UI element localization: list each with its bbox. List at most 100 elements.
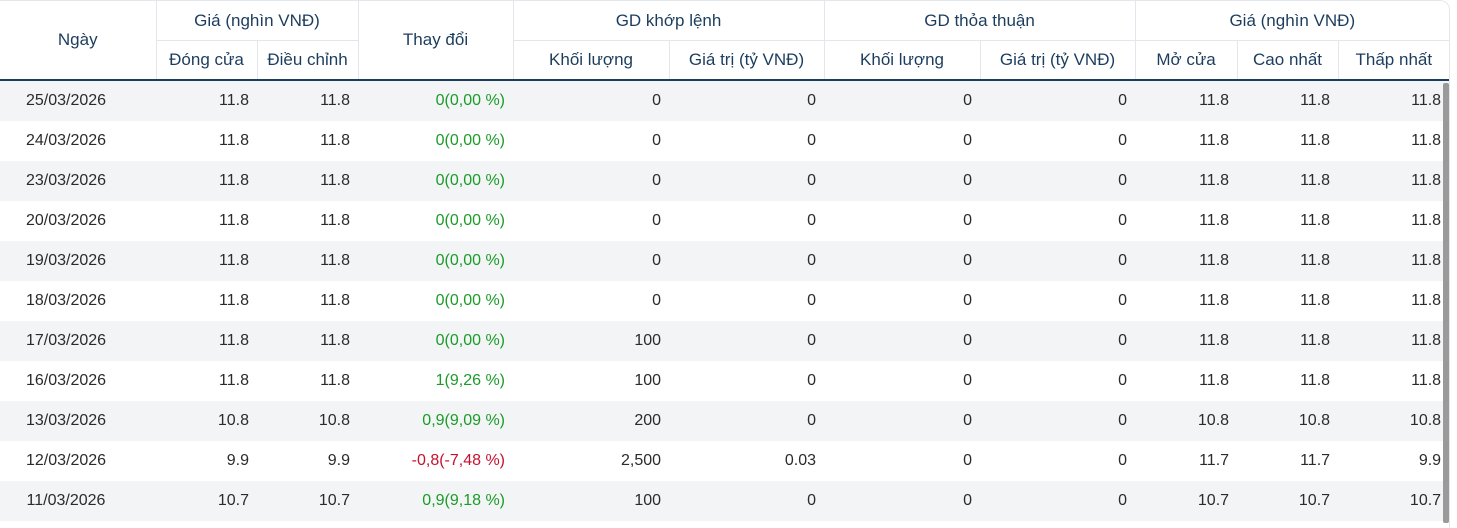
- table-row: 12/03/2026 9.9 9.9 -0,8(-7,48 %) 2,500 0.03 0 0…: [0, 441, 1449, 481]
- vertical-scrollbar[interactable]: [1443, 83, 1449, 523]
- table-row: 25/03/2026 11.8 11.8 0(0,00 %) 0 0 0 0 11.8 11.8 1…: [0, 80, 1449, 121]
- cell-date: 12/03/2026: [0, 441, 156, 481]
- cell-date: 24/03/2026: [0, 121, 156, 161]
- cell-low: 11.8: [1338, 281, 1449, 321]
- cell-negotiated-value: 0: [980, 201, 1136, 241]
- header-price-group: Giá (nghìn VNĐ): [156, 1, 359, 41]
- cell-matched-volume: 2,500: [513, 441, 670, 481]
- table-row: 24/03/2026 11.8 11.8 0(0,00 %) 0 0 0 0 11.8 11.8 1…: [0, 121, 1449, 161]
- cell-open: 10.7: [1135, 481, 1238, 521]
- header-adjusted: Điều chỉnh: [257, 40, 359, 81]
- cell-adjusted: 11.8: [257, 241, 359, 281]
- cell-open: 10.8: [1135, 401, 1238, 441]
- cell-change: 0(0,00 %): [358, 241, 514, 281]
- cell-adjusted: 11.8: [257, 201, 359, 241]
- cell-matched-volume: 200: [513, 401, 670, 441]
- cell-date: 16/03/2026: [0, 361, 156, 401]
- cell-date: 19/03/2026: [0, 241, 156, 281]
- cell-negotiated-volume: 0: [824, 201, 981, 241]
- header-high: Cao nhất: [1237, 40, 1339, 81]
- cell-negotiated-volume: 0: [824, 121, 981, 161]
- cell-adjusted: 11.8: [257, 121, 359, 161]
- cell-matched-value: 0: [669, 161, 825, 201]
- cell-matched-volume: 0: [513, 201, 670, 241]
- table-row: 13/03/2026 10.8 10.8 0,9(9,09 %) 200 0 0 0 10.8 1…: [0, 401, 1449, 441]
- cell-matched-value: 0: [669, 481, 825, 521]
- table-row: 18/03/2026 11.8 11.8 0(0,00 %) 0 0 0 0 11.8 11.8 1…: [0, 281, 1449, 321]
- cell-matched-volume: 100: [513, 481, 670, 521]
- cell-change: 0(0,00 %): [358, 201, 514, 241]
- cell-high: 11.8: [1237, 161, 1339, 201]
- table-body: 25/03/2026 11.8 11.8 0(0,00 %) 0 0 0 0 11.8 11.8 1…: [0, 80, 1449, 521]
- cell-negotiated-value: 0: [980, 441, 1136, 481]
- table-row: 11/03/2026 10.7 10.7 0,9(9,18 %) 100 0 0 0 10.7 1…: [0, 481, 1449, 521]
- cell-matched-value: 0: [669, 121, 825, 161]
- cell-negotiated-value: 0: [980, 161, 1136, 201]
- cell-change: 1(9,26 %): [358, 361, 514, 401]
- cell-close: 11.8: [156, 281, 257, 321]
- cell-low: 11.8: [1338, 161, 1449, 201]
- cell-change: -0,8(-7,48 %): [358, 441, 514, 481]
- cell-change: 0(0,00 %): [358, 281, 514, 321]
- cell-high: 11.8: [1237, 121, 1339, 161]
- cell-matched-volume: 0: [513, 121, 670, 161]
- cell-close: 10.8: [156, 401, 257, 441]
- cell-low: 9.9: [1338, 441, 1449, 481]
- cell-adjusted: 10.8: [257, 401, 359, 441]
- cell-matched-volume: 100: [513, 321, 670, 361]
- cell-close: 11.8: [156, 361, 257, 401]
- cell-date: 11/03/2026: [0, 481, 156, 521]
- cell-low: 11.8: [1338, 201, 1449, 241]
- table-row: 23/03/2026 11.8 11.8 0(0,00 %) 0 0 0 0 11.8 11.8 1…: [0, 161, 1449, 201]
- cell-close: 11.8: [156, 121, 257, 161]
- cell-negotiated-value: 0: [980, 321, 1136, 361]
- header-matched-value: Giá trị (tỷ VNĐ): [669, 40, 825, 81]
- cell-close: 11.8: [156, 161, 257, 201]
- cell-matched-volume: 0: [513, 161, 670, 201]
- cell-matched-value: 0: [669, 321, 825, 361]
- cell-close: 9.9: [156, 441, 257, 481]
- cell-change: 0(0,00 %): [358, 80, 514, 121]
- cell-high: 11.8: [1237, 201, 1339, 241]
- cell-close: 10.7: [156, 481, 257, 521]
- cell-low: 11.8: [1338, 361, 1449, 401]
- cell-negotiated-value: 0: [980, 241, 1136, 281]
- cell-adjusted: 9.9: [257, 441, 359, 481]
- table-row: 17/03/2026 11.8 11.8 0(0,00 %) 100 0 0 0 11.8 11.…: [0, 321, 1449, 361]
- cell-high: 11.8: [1237, 361, 1339, 401]
- cell-change: 0,9(9,18 %): [358, 481, 514, 521]
- cell-close: 11.8: [156, 201, 257, 241]
- cell-open: 11.8: [1135, 80, 1238, 121]
- header-negotiated-value: Giá trị (tỷ VNĐ): [980, 40, 1136, 81]
- cell-negotiated-volume: 0: [824, 401, 981, 441]
- table-row: 16/03/2026 11.8 11.8 1(9,26 %) 100 0 0 0 11.8 11.…: [0, 361, 1449, 401]
- cell-negotiated-volume: 0: [824, 481, 981, 521]
- cell-adjusted: 11.8: [257, 361, 359, 401]
- header-matched-volume: Khối lượng: [513, 40, 670, 81]
- price-history-table-container: Ngày Giá (nghìn VNĐ) Thay đổi GD khớp lệ…: [0, 0, 1450, 528]
- cell-negotiated-value: 0: [980, 121, 1136, 161]
- cell-negotiated-volume: 0: [824, 80, 981, 121]
- cell-change: 0,9(9,09 %): [358, 401, 514, 441]
- cell-change: 0(0,00 %): [358, 321, 514, 361]
- cell-negotiated-value: 0: [980, 361, 1136, 401]
- cell-change: 0(0,00 %): [358, 121, 514, 161]
- cell-negotiated-volume: 0: [824, 361, 981, 401]
- cell-negotiated-volume: 0: [824, 281, 981, 321]
- cell-negotiated-value: 0: [980, 80, 1136, 121]
- cell-open: 11.8: [1135, 241, 1238, 281]
- header-negotiated-group: GD thỏa thuận: [824, 1, 1136, 41]
- cell-matched-value: 0.03: [669, 441, 825, 481]
- cell-matched-value: 0: [669, 361, 825, 401]
- cell-low: 11.8: [1338, 121, 1449, 161]
- cell-date: 17/03/2026: [0, 321, 156, 361]
- header-low: Thấp nhất: [1338, 40, 1449, 81]
- cell-matched-value: 0: [669, 201, 825, 241]
- cell-negotiated-volume: 0: [824, 241, 981, 281]
- cell-matched-value: 0: [669, 281, 825, 321]
- cell-low: 11.8: [1338, 321, 1449, 361]
- table-row: 20/03/2026 11.8 11.8 0(0,00 %) 0 0 0 0 11.8 11.8 1…: [0, 201, 1449, 241]
- cell-low: 11.8: [1338, 80, 1449, 121]
- header-open: Mở cửa: [1135, 40, 1238, 81]
- cell-high: 10.7: [1237, 481, 1339, 521]
